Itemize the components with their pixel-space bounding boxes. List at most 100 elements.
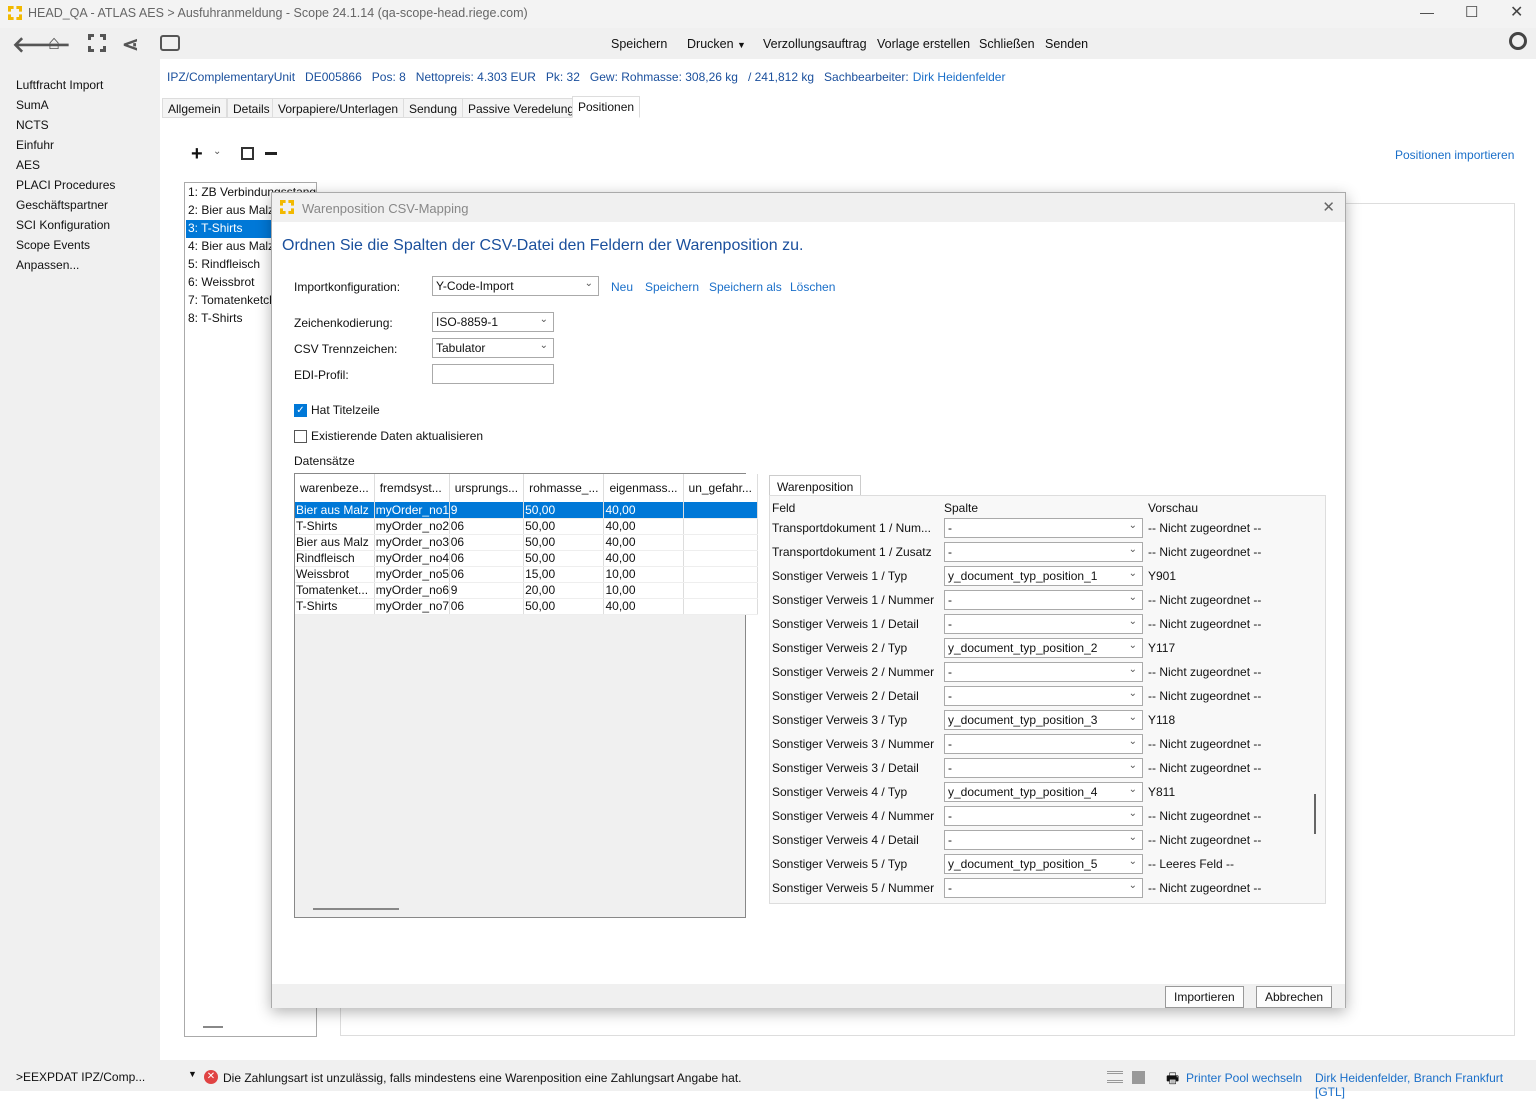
mapping-row: Sonstiger Verweis 5 / Typ y_document_typ_… bbox=[770, 852, 1310, 876]
column-header[interactable]: fremdsyst... bbox=[374, 474, 450, 502]
column-header[interactable]: un_gefahr... bbox=[683, 474, 758, 502]
column-select[interactable]: y_document_typ_position_4 ⌄ bbox=[944, 782, 1143, 802]
config-save-as-link[interactable]: Speichern als bbox=[709, 280, 782, 294]
horizontal-scrollbar[interactable] bbox=[313, 908, 399, 910]
remove-icon[interactable] bbox=[265, 152, 277, 155]
column-select[interactable]: - ⌄ bbox=[944, 758, 1143, 778]
printer-pool-link[interactable]: Printer Pool wechseln bbox=[1186, 1071, 1302, 1085]
inbox-icon[interactable] bbox=[160, 35, 180, 51]
save-button[interactable]: Speichern bbox=[611, 37, 667, 51]
column-select[interactable]: - ⌄ bbox=[944, 806, 1143, 826]
maximize-button[interactable]: ☐ bbox=[1465, 3, 1478, 21]
column-select[interactable]: - ⌄ bbox=[944, 518, 1143, 538]
title-bar: HEAD_QA - ATLAS AES > Ausfuhranmeldung -… bbox=[0, 0, 1536, 28]
edi-profile-input[interactable] bbox=[432, 364, 554, 384]
sidebar-item[interactable]: NCTS bbox=[16, 118, 49, 132]
sidebar-item[interactable]: Scope Events bbox=[16, 238, 90, 252]
clerk-link[interactable]: Dirk Heidenfelder bbox=[913, 70, 1006, 84]
table-cell: 40,00 bbox=[603, 502, 684, 519]
back-arrow-icon[interactable]: 🡐 bbox=[12, 32, 71, 58]
vertical-scrollbar[interactable] bbox=[1314, 794, 1316, 834]
dialog-close-icon[interactable]: ✕ bbox=[1322, 198, 1335, 216]
encoding-select[interactable]: ISO-8859-1 ⌄ bbox=[432, 312, 554, 332]
import-button[interactable]: Importieren bbox=[1165, 986, 1244, 1008]
update-existing-checkbox[interactable]: Existierende Daten aktualisieren bbox=[294, 429, 483, 444]
config-delete-link[interactable]: Löschen bbox=[790, 280, 835, 294]
column-select[interactable]: - ⌄ bbox=[944, 734, 1143, 754]
send-button[interactable]: Senden bbox=[1045, 37, 1088, 51]
add-dropdown-icon[interactable]: ⌄ bbox=[213, 146, 221, 157]
config-new-link[interactable]: Neu bbox=[611, 280, 633, 294]
separator-select[interactable]: Tabulator ⌄ bbox=[432, 338, 554, 358]
column-select[interactable]: - ⌄ bbox=[944, 614, 1143, 634]
create-template-button[interactable]: Vorlage erstellen bbox=[877, 37, 970, 51]
table-row[interactable]: Weissbrot myOrder_no5 06 15,00 10,00 bbox=[295, 566, 758, 583]
sidebar-item[interactable]: AES bbox=[16, 158, 40, 172]
add-icon[interactable]: + bbox=[191, 143, 203, 166]
sidebar-item[interactable]: Geschäftspartner bbox=[16, 198, 108, 212]
tab-sendung[interactable]: Sendung bbox=[403, 98, 464, 118]
fullscreen-icon[interactable] bbox=[88, 34, 106, 52]
column-select[interactable]: y_document_typ_position_3 ⌄ bbox=[944, 710, 1143, 730]
note-icon[interactable] bbox=[1132, 1071, 1145, 1084]
breadcrumb[interactable]: >EEXPDAT IPZ/Comp... bbox=[16, 1070, 145, 1084]
column-header[interactable]: warenbeze... bbox=[295, 474, 375, 502]
column-header[interactable]: eigenmass... bbox=[603, 474, 684, 502]
minimize-button[interactable]: — bbox=[1420, 4, 1434, 20]
tab-positionen[interactable]: Positionen bbox=[572, 96, 641, 118]
close-button[interactable]: Schließen bbox=[979, 37, 1035, 51]
home-icon[interactable]: ⌂ bbox=[48, 32, 60, 55]
scrollbar[interactable] bbox=[203, 1026, 223, 1028]
column-select[interactable]: y_document_typ_position_2 ⌄ bbox=[944, 638, 1143, 658]
table-row[interactable]: Rindfleisch myOrder_no4 06 50,00 40,00 bbox=[295, 550, 758, 567]
copy-icon[interactable] bbox=[241, 147, 254, 160]
tab-warenposition[interactable]: Warenposition bbox=[769, 475, 861, 496]
column-select[interactable]: y_document_typ_position_5 ⌄ bbox=[944, 854, 1143, 874]
chevron-down-icon: ⌄ bbox=[1128, 592, 1137, 603]
import-positions-link[interactable]: Positionen importieren bbox=[1395, 148, 1514, 162]
column-header-field: Feld bbox=[772, 501, 796, 515]
share-icon[interactable]: ⋖ bbox=[122, 32, 139, 57]
column-select[interactable]: - ⌄ bbox=[944, 686, 1143, 706]
mapping-preview: -- Nicht zugeordnet -- bbox=[1148, 881, 1262, 895]
expand-messages-icon[interactable]: ▼ bbox=[188, 1069, 197, 1079]
print-button[interactable]: Drucken ▼ bbox=[687, 37, 746, 51]
sidebar-item[interactable]: SumA bbox=[16, 98, 49, 112]
cancel-button[interactable]: Abbrechen bbox=[1256, 986, 1333, 1008]
column-select[interactable]: - ⌄ bbox=[944, 662, 1143, 682]
user-branch-link[interactable]: Dirk Heidenfelder, Branch Frankfurt [GTL… bbox=[1315, 1071, 1536, 1099]
table-row[interactable]: Bier aus Malz myOrder_no1 9 50,00 40,00 bbox=[295, 502, 758, 519]
column-select[interactable]: - ⌄ bbox=[944, 590, 1143, 610]
import-config-select[interactable]: Y-Code-Import ⌄ bbox=[432, 276, 599, 296]
has-header-checkbox[interactable]: ✓ Hat Titelzeile bbox=[294, 403, 380, 418]
table-cell: Bier aus Malz bbox=[295, 502, 375, 519]
column-select[interactable]: - ⌄ bbox=[944, 830, 1143, 850]
sidebar-item[interactable]: Einfuhr bbox=[16, 138, 54, 152]
list-icon[interactable] bbox=[1107, 1071, 1123, 1083]
tab-allgemein[interactable]: Allgemein bbox=[162, 98, 227, 118]
close-window-button[interactable]: ✕ bbox=[1510, 2, 1523, 22]
column-value: - bbox=[948, 545, 952, 559]
sidebar-item[interactable]: Anpassen... bbox=[16, 258, 79, 272]
tab-details[interactable]: Details bbox=[227, 98, 276, 118]
mapping-preview: -- Nicht zugeordnet -- bbox=[1148, 545, 1262, 559]
sidebar-item[interactable]: PLACI Procedures bbox=[16, 178, 115, 192]
table-row[interactable]: T-Shirts myOrder_no2 06 50,00 40,00 bbox=[295, 518, 758, 535]
status-bar: >EEXPDAT IPZ/Comp... ▼ ✕ Die Zahlungsart… bbox=[0, 1060, 1536, 1099]
config-save-link[interactable]: Speichern bbox=[645, 280, 699, 294]
table-row[interactable]: Bier aus Malz myOrder_no3 06 50,00 40,00 bbox=[295, 534, 758, 551]
column-header[interactable]: ursprungs... bbox=[449, 474, 525, 502]
search-icon[interactable] bbox=[1509, 32, 1527, 50]
table-row[interactable]: T-Shirts myOrder_no7 06 50,00 40,00 bbox=[295, 598, 758, 615]
column-select[interactable]: - ⌄ bbox=[944, 542, 1143, 562]
column-select[interactable]: y_document_typ_position_1 ⌄ bbox=[944, 566, 1143, 586]
column-select[interactable]: - ⌄ bbox=[944, 878, 1143, 898]
table-row[interactable]: Tomatenket... myOrder_no6 9 20,00 10,00 bbox=[295, 582, 758, 599]
customs-order-button[interactable]: Verzollungsauftrag bbox=[763, 37, 867, 51]
tab-vorpapiere-unterlagen[interactable]: Vorpapiere/Unterlagen bbox=[272, 98, 405, 118]
column-header[interactable]: rohmasse_... bbox=[523, 474, 605, 502]
sidebar-item[interactable]: SCI Konfiguration bbox=[16, 218, 110, 232]
sidebar-item[interactable]: Luftfracht Import bbox=[16, 78, 103, 92]
tab-passive-veredelung[interactable]: Passive Veredelung bbox=[462, 98, 581, 118]
table-cell: 40,00 bbox=[603, 518, 684, 535]
